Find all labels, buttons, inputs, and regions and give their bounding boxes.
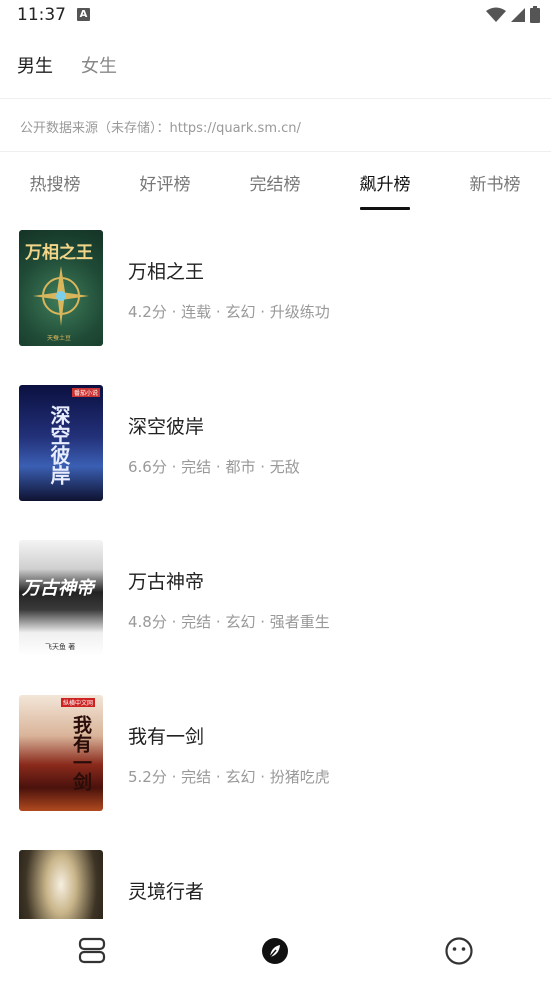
active-tab-indicator (360, 207, 410, 210)
data-source-note: 公开数据来源（未存储）：https://quark.sm.cn/ (20, 121, 301, 136)
nav-bookshelf[interactable] (74, 933, 110, 969)
book-item[interactable]: 万相之王 天蚕土豆 万相之王 4.2分 · 连载 · 玄幻 · 升级练功 (0, 213, 551, 368)
profile-face-icon (445, 937, 473, 965)
ranking-tabs: 热搜榜 好评榜 完结榜 飙升榜 新书榜 (0, 158, 551, 213)
book-meta: 5.2分 · 完结 · 玄幻 · 扮猪吃虎 (128, 768, 330, 786)
book-title[interactable]: 我有一剑 (128, 722, 204, 749)
nav-discover[interactable] (257, 933, 293, 969)
book-meta: 4.2分 · 连载 · 玄幻 · 升级练功 (128, 303, 330, 321)
book-item[interactable]: 灵境行者 (0, 833, 551, 919)
book-cover[interactable]: 纵横中文网 我有一剑 (19, 695, 103, 811)
signal-icon (511, 7, 525, 22)
tab-new-books[interactable]: 新书榜 (455, 170, 535, 195)
gender-tabs: 男生 女生 (0, 45, 551, 85)
book-cover[interactable]: 万古神帝 飞天鱼 著 (19, 540, 103, 656)
tab-top-rated[interactable]: 好评榜 (125, 170, 205, 195)
discover-compass-icon (262, 938, 288, 964)
compass-emblem-icon (33, 266, 89, 326)
nav-profile[interactable] (441, 933, 477, 969)
divider (0, 98, 551, 99)
cover-title-text: 深空彼岸 (47, 405, 71, 485)
wifi-icon (486, 7, 506, 22)
battery-icon (530, 6, 540, 23)
tab-completed[interactable]: 完结榜 (235, 170, 315, 195)
tab-hot-search[interactable]: 热搜榜 (15, 170, 95, 195)
divider (0, 151, 551, 152)
bottom-navigation (0, 921, 551, 981)
book-item[interactable]: 万古神帝 飞天鱼 著 万古神帝 4.8分 · 完结 · 玄幻 · 强者重生 (0, 523, 551, 678)
book-meta: 6.6分 · 完结 · 都市 · 无敌 (128, 458, 300, 476)
book-meta: 4.8分 · 完结 · 玄幻 · 强者重生 (128, 613, 330, 631)
status-bar: 11:37 A (0, 0, 551, 32)
book-title[interactable]: 万古神帝 (128, 567, 204, 594)
book-title[interactable]: 灵境行者 (128, 877, 204, 904)
book-title[interactable]: 万相之王 (128, 257, 204, 284)
cover-title-text: 我有一剑 (70, 715, 92, 791)
cover-badge: 番茄小说 (71, 388, 100, 397)
cover-author-text: 天蚕土豆 (47, 335, 72, 342)
bookshelf-icon (78, 937, 106, 964)
book-item[interactable]: 纵横中文网 我有一剑 我有一剑 5.2分 · 完结 · 玄幻 · 扮猪吃虎 (0, 678, 551, 833)
book-cover[interactable]: 番茄小说 深空彼岸 (19, 385, 103, 501)
cover-title-text: 万相之王 (25, 243, 93, 263)
book-cover[interactable] (19, 850, 103, 919)
book-cover[interactable]: 万相之王 天蚕土豆 (19, 230, 103, 346)
book-title[interactable]: 深空彼岸 (128, 412, 204, 439)
tab-rising[interactable]: 飙升榜 (345, 170, 425, 195)
cover-author-text: 飞天鱼 著 (45, 643, 76, 651)
cover-badge: 纵横中文网 (61, 698, 96, 707)
notification-icon: A (77, 8, 90, 21)
status-time: 11:37 (17, 5, 66, 25)
tab-female[interactable]: 女生 (81, 52, 117, 78)
book-item[interactable]: 番茄小说 深空彼岸 深空彼岸 6.6分 · 完结 · 都市 · 无敌 (0, 368, 551, 523)
status-icons (486, 6, 540, 23)
book-list: 万相之王 天蚕土豆 万相之王 4.2分 · 连载 · 玄幻 · 升级练功 番茄小… (0, 213, 551, 919)
cover-title-text: 万古神帝 (22, 578, 94, 599)
tab-male[interactable]: 男生 (17, 52, 53, 78)
